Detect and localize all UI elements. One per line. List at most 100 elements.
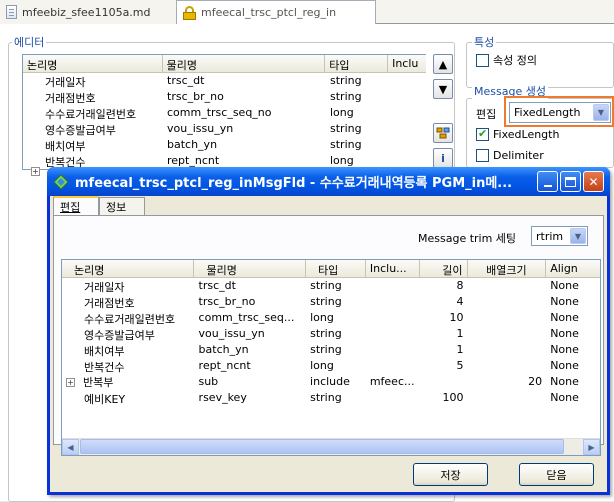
cell-type: long xyxy=(330,106,354,119)
table-row[interactable]: 배치여부 batch_yn string xyxy=(23,137,426,153)
table-row[interactable]: 거래일자 trsc_dt string 8 None xyxy=(62,278,600,294)
chevron-down-icon[interactable]: ▼ xyxy=(593,104,609,121)
column-header[interactable]: 길이 xyxy=(420,260,468,277)
cell-physical: vou_issu_yn xyxy=(167,122,234,135)
cell-array: 20 xyxy=(528,375,543,388)
fixedlength-checkbox[interactable]: FixedLength xyxy=(476,127,560,141)
scroll-left-icon[interactable]: ◀ xyxy=(62,439,79,455)
cell-align: None xyxy=(550,375,579,388)
save-button[interactable]: 저장 xyxy=(413,463,488,486)
cell-length: 1 xyxy=(456,343,464,356)
tab-mfeecal[interactable]: mfeecal_trsc_ptcl_reg_in xyxy=(176,0,376,24)
cell-physical: rept_ncnt xyxy=(198,359,251,372)
close-icon: ✕ xyxy=(588,174,599,189)
cell-type: string xyxy=(310,391,342,404)
column-header[interactable]: 물리명 xyxy=(194,260,307,277)
arrow-down-icon: ▼ xyxy=(438,82,448,96)
scroll-right-icon[interactable]: ▶ xyxy=(583,439,600,455)
cell-length: 8 xyxy=(456,279,464,292)
table-row[interactable]: + 반복부 sub include mfeec... 20 None xyxy=(62,374,600,390)
checkbox[interactable] xyxy=(476,149,489,162)
cell-include xyxy=(366,358,420,374)
maximize-button[interactable] xyxy=(560,171,581,192)
scrollbar-thumb[interactable] xyxy=(80,439,564,454)
delimiter-checkbox[interactable]: Delimiter xyxy=(476,149,544,162)
arrow-up-icon: ▲ xyxy=(438,57,448,71)
checkbox[interactable] xyxy=(476,53,489,67)
move-down-button[interactable]: ▼ xyxy=(433,79,453,99)
cell-align: None xyxy=(550,391,579,404)
cell-length: 5 xyxy=(456,359,464,372)
cell-include: mfeec... xyxy=(369,375,415,388)
table-row[interactable]: 수수료거래일련번호 comm_trsc_seq_no long xyxy=(23,105,426,121)
trim-select[interactable]: rtrim ▼ xyxy=(531,226,588,246)
editor-table-header: 논리명 물리명 타입 Inclu xyxy=(23,55,426,73)
column-header[interactable]: 물리명 xyxy=(163,55,326,72)
checkbox[interactable] xyxy=(476,127,489,141)
cell-logical: 영수증발급여부 xyxy=(84,329,155,342)
chevron-down-icon[interactable]: ▼ xyxy=(570,228,586,244)
column-header[interactable]: Inclu... xyxy=(366,260,420,277)
cell-physical: batch_yn xyxy=(198,343,249,356)
cell-logical: 반복건수 xyxy=(84,361,125,374)
table-row[interactable]: 반복건수 rept_ncnt long 5 None xyxy=(62,358,600,374)
cell-array xyxy=(468,358,547,374)
editor-table-body: 거래일자 trsc_dt string 거래점번호 trsc_br_no str… xyxy=(23,73,426,169)
field-edit-button[interactable] xyxy=(433,123,453,143)
cell-length: 4 xyxy=(456,295,464,308)
checkbox-label: FixedLength xyxy=(493,128,560,141)
horizontal-scrollbar[interactable]: ◀ ▶ xyxy=(62,438,600,455)
tab-mfeebiz[interactable]: mfeebiz_sfee1105a.md xyxy=(0,0,176,24)
table-row[interactable]: 예비KEY rsev_key string 100 None xyxy=(62,390,600,406)
dialog-title-bar[interactable]: mfeecal_trsc_ptcl_reg_inMsgFld - 수수료거래내역… xyxy=(47,167,610,196)
table-row[interactable]: 배치여부 batch_yn string 1 None xyxy=(62,342,600,358)
column-header[interactable]: 논리명 xyxy=(62,260,195,277)
cell-align: None xyxy=(550,295,579,308)
tab-content: Message trim 세팅 rtrim ▼ 논리명 물리명 타입 Inclu… xyxy=(53,215,604,456)
cell-type: string xyxy=(310,343,342,356)
column-header[interactable]: 타입 xyxy=(325,55,389,72)
table-row[interactable]: 거래일자 trsc_dt string xyxy=(23,73,426,89)
column-header[interactable]: 논리명 xyxy=(23,55,163,72)
cell-logical: 배치여부 xyxy=(45,140,86,153)
column-header[interactable]: Align xyxy=(546,260,600,277)
table-row[interactable]: 거래점번호 trsc_br_no string xyxy=(23,89,426,105)
cell-array xyxy=(468,326,547,342)
info-button[interactable]: i xyxy=(433,148,453,168)
cell-type: string xyxy=(330,122,362,135)
expand-toggle[interactable]: + xyxy=(31,167,40,176)
table-row[interactable]: 수수료거래일련번호 comm_trsc_seq... long 10 None xyxy=(62,310,600,326)
cell-align: None xyxy=(550,343,579,356)
tab-info[interactable]: 정보 xyxy=(99,197,145,215)
cell-physical: comm_trsc_seq_no xyxy=(167,106,272,119)
column-header[interactable]: 타입 xyxy=(306,260,366,277)
edit-mode-select[interactable]: FixedLength ▼ xyxy=(509,102,611,123)
close-window-button[interactable]: ✕ xyxy=(583,171,604,192)
minimize-button[interactable] xyxy=(537,171,558,192)
cell-type: long xyxy=(310,311,334,324)
move-up-button[interactable]: ▲ xyxy=(433,54,453,74)
table-row[interactable]: 거래점번호 trsc_br_no string 4 None xyxy=(62,294,600,310)
cell-physical: trsc_dt xyxy=(167,74,205,87)
cell-include xyxy=(366,342,420,358)
column-header[interactable]: 배열크기 xyxy=(468,260,547,277)
cell-align: None xyxy=(550,279,579,292)
expand-toggle[interactable]: + xyxy=(66,377,75,387)
editor-field-table: 논리명 물리명 타입 Inclu 거래일자 trsc_dt string 거래점… xyxy=(22,54,426,170)
close-button[interactable]: 닫음 xyxy=(519,463,594,486)
cell-align: None xyxy=(550,311,579,324)
file-icon xyxy=(6,5,17,19)
cell-array xyxy=(468,294,547,310)
column-header[interactable]: Inclu xyxy=(388,55,426,72)
attribute-def-checkbox[interactable]: 속성 정의 xyxy=(476,52,537,68)
tab-edit[interactable]: 편집 xyxy=(53,196,99,216)
table-row[interactable]: 영수증발급여부 vou_issu_yn string xyxy=(23,121,426,137)
cell-type: long xyxy=(310,359,334,372)
table-row[interactable]: 영수증발급여부 vou_issu_yn string 1 None xyxy=(62,326,600,342)
edit-label: 편집 xyxy=(476,108,497,121)
cell-logical: 거래점번호 xyxy=(45,92,96,105)
tab-label: mfeebiz_sfee1105a.md xyxy=(22,5,151,19)
cell-length: 1 xyxy=(456,327,464,340)
cell-array xyxy=(468,310,547,326)
cell-length: 10 xyxy=(449,311,464,324)
